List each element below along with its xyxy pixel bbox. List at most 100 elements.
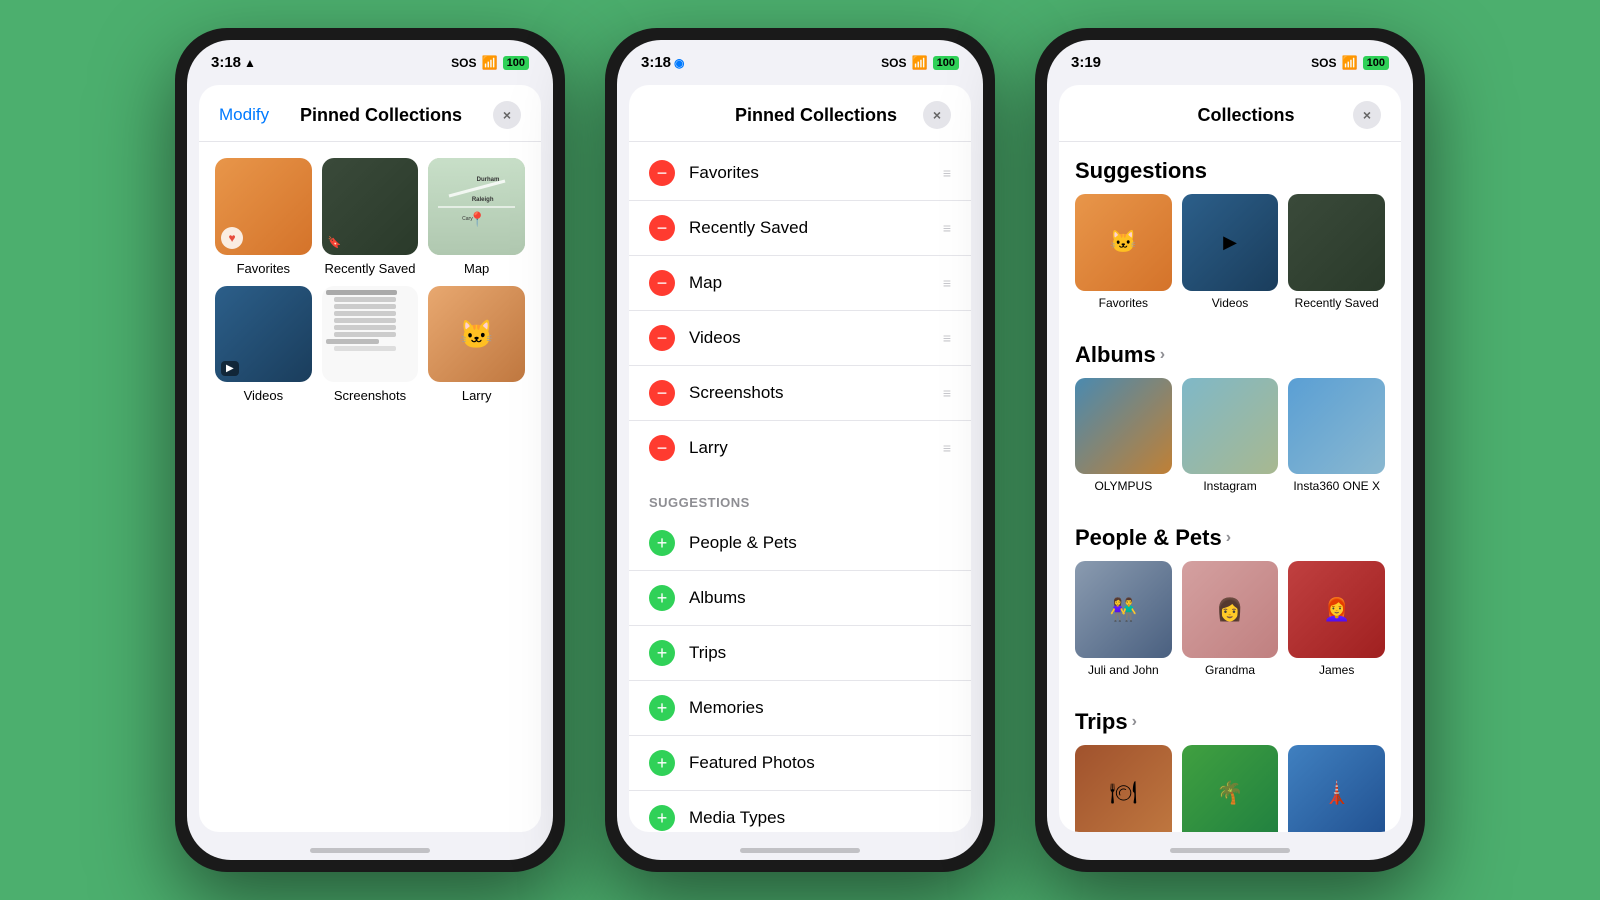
status-bar-1: 3:18 ▲ SOS 📶 100 (187, 40, 553, 77)
item-label-media-types: Media Types (689, 808, 951, 828)
battery-3: 100 (1363, 56, 1389, 70)
drag-handle-favorites[interactable]: ≡ (943, 165, 951, 181)
col-item-favorites[interactable]: 🐱 Favorites (1075, 194, 1172, 310)
sos-label-2: SOS (881, 56, 906, 70)
section-people-pets[interactable]: People & Pets › (1075, 509, 1385, 561)
grid-item-favorites[interactable]: ♥ Favorites (215, 158, 312, 276)
phone-3-screen: 3:19 SOS 📶 100 Collections × Suggestions (1047, 40, 1413, 860)
modal-title-3: Collections (1139, 105, 1353, 126)
col-item-trip-2[interactable]: 🌴 (1182, 745, 1279, 832)
col-item-juli-john[interactable]: 👫 Juli and John (1075, 561, 1172, 677)
sos-label-1: SOS (451, 56, 476, 70)
close-button-2[interactable]: × (923, 101, 951, 129)
grid-item-map[interactable]: Durham Raleigh Cary 📍 Map (428, 158, 525, 276)
minus-icon-favorites: − (649, 160, 675, 186)
list-item-trips[interactable]: + Trips (629, 626, 971, 681)
drag-handle-larry[interactable]: ≡ (943, 440, 951, 456)
list-item-memories[interactable]: + Memories (629, 681, 971, 736)
trips-row: 🍽 🌴 🗼 (1075, 745, 1385, 832)
modal-card-3: Collections × Suggestions 🐱 Favorites (1059, 85, 1401, 832)
suggestions-header: SUGGESTIONS (629, 483, 971, 516)
list-content-2: − Favorites ≡ − Recently Saved ≡ − Map ≡ (629, 142, 971, 832)
line-2 (334, 297, 396, 302)
grid-item-larry[interactable]: 🐱 Larry (428, 286, 525, 404)
drag-handle-map[interactable]: ≡ (943, 275, 951, 291)
col-thumb-olympus (1075, 378, 1172, 475)
drag-handle-recently-saved[interactable]: ≡ (943, 220, 951, 236)
time-1: 3:18 ▲ (211, 54, 256, 71)
close-button-3[interactable]: × (1353, 101, 1381, 129)
section-albums[interactable]: Albums › (1075, 326, 1385, 378)
plus-icon-media-types: + (649, 805, 675, 831)
drag-handle-screenshots[interactable]: ≡ (943, 385, 951, 401)
list-item-screenshots[interactable]: − Screenshots ≡ (629, 366, 971, 421)
sos-label-3: SOS (1311, 56, 1336, 70)
plus-icon-people-pets: + (649, 530, 675, 556)
list-item-media-types[interactable]: + Media Types (629, 791, 971, 832)
col-thumb-juli-john: 👫 (1075, 561, 1172, 658)
video-badge: ▶ (221, 361, 239, 376)
drag-handle-videos[interactable]: ≡ (943, 330, 951, 346)
label-recently-saved: Recently Saved (324, 261, 415, 276)
col-thumb-insta360 (1288, 378, 1385, 475)
col-item-recently-saved[interactable]: Recently Saved (1288, 194, 1385, 310)
close-button-1[interactable]: × (493, 101, 521, 129)
col-item-james[interactable]: 👩‍🦰 James (1288, 561, 1385, 677)
col-label-james: James (1288, 663, 1385, 677)
time-2: 3:18 ◉ (641, 54, 685, 71)
col-thumb-trip-2: 🌴 (1182, 745, 1279, 832)
item-label-trips: Trips (689, 643, 951, 663)
line-1 (326, 290, 397, 295)
list-item-videos[interactable]: − Videos ≡ (629, 311, 971, 366)
plus-icon-albums: + (649, 585, 675, 611)
item-label-recently-saved: Recently Saved (689, 218, 929, 238)
minus-icon-videos: − (649, 325, 675, 351)
pinned-section: − Favorites ≡ − Recently Saved ≡ − Map ≡ (629, 142, 971, 479)
col-item-trip-1[interactable]: 🍽 (1075, 745, 1172, 832)
col-item-instagram[interactable]: Instagram (1182, 378, 1279, 494)
people-row: 👫 Juli and John 👩 Grandma 👩‍🦰 (1075, 561, 1385, 693)
grid-item-screenshots[interactable]: Screenshots (322, 286, 419, 404)
phone-3: 3:19 SOS 📶 100 Collections × Suggestions (1035, 28, 1425, 872)
home-bar-3 (1170, 848, 1290, 853)
grid-item-recently-saved[interactable]: 🔖 Recently Saved (322, 158, 419, 276)
line-7 (334, 332, 396, 337)
modal-header-1: Modify Pinned Collections × (199, 85, 541, 142)
chevron-people: › (1226, 529, 1231, 547)
col-item-insta360[interactable]: Insta360 ONE X (1288, 378, 1385, 494)
section-trips[interactable]: Trips › (1075, 693, 1385, 745)
minus-icon-map: − (649, 270, 675, 296)
plus-icon-trips: + (649, 640, 675, 666)
grid-item-videos[interactable]: ▶ Videos (215, 286, 312, 404)
modal-title-2: Pinned Collections (709, 105, 923, 126)
col-item-trip-3[interactable]: 🗼 (1288, 745, 1385, 832)
wifi-icon-1: 📶 (481, 55, 497, 71)
modify-button[interactable]: Modify (219, 105, 269, 125)
list-item-favorites[interactable]: − Favorites ≡ (629, 146, 971, 201)
chevron-albums: › (1160, 346, 1165, 364)
plus-icon-memories: + (649, 695, 675, 721)
col-item-grandma[interactable]: 👩 Grandma (1182, 561, 1279, 677)
list-item-featured-photos[interactable]: + Featured Photos (629, 736, 971, 791)
list-item-map[interactable]: − Map ≡ (629, 256, 971, 311)
col-label-grandma: Grandma (1182, 663, 1279, 677)
map-visual: Durham Raleigh Cary 📍 (428, 158, 525, 255)
list-item-recently-saved[interactable]: − Recently Saved ≡ (629, 201, 971, 256)
list-item-people-pets[interactable]: + People & Pets (629, 516, 971, 571)
minus-icon-screenshots: − (649, 380, 675, 406)
col-label-favorites: Favorites (1075, 296, 1172, 310)
col-item-videos[interactable]: ▶ Videos (1182, 194, 1279, 310)
item-label-map: Map (689, 273, 929, 293)
phone-1-screen: 3:18 ▲ SOS 📶 100 Modify Pinned Collectio… (187, 40, 553, 860)
modal-title-1: Pinned Collections (269, 105, 493, 126)
list-item-albums[interactable]: + Albums (629, 571, 971, 626)
grid-content-1: ♥ Favorites 🔖 Recently Saved (199, 142, 541, 832)
col-thumb-james: 👩‍🦰 (1288, 561, 1385, 658)
thumb-favorites: ♥ (215, 158, 312, 255)
list-item-larry[interactable]: − Larry ≡ (629, 421, 971, 475)
col-label-instagram: Instagram (1182, 479, 1279, 493)
location-icon-2: ◉ (674, 56, 684, 70)
col-item-olympus[interactable]: OLYMPUS (1075, 378, 1172, 494)
thumb-map: Durham Raleigh Cary 📍 (428, 158, 525, 255)
bookmark-badge: 🔖 (328, 236, 342, 249)
